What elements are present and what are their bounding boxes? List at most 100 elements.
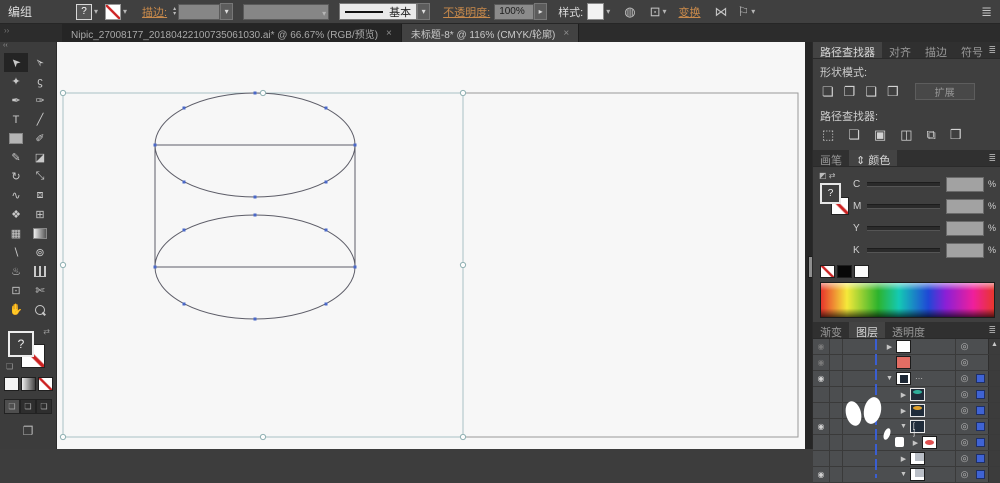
free-transform-tool[interactable]: ⧈ <box>28 186 52 205</box>
selection-handles[interactable] <box>59 89 467 441</box>
color-fill-button[interactable] <box>3 377 19 391</box>
tab-layers[interactable]: 图层 <box>849 322 885 339</box>
draw-behind-button[interactable]: ❏ <box>20 399 36 414</box>
shape-builder-tool[interactable]: ❖ <box>4 205 28 224</box>
channel-value-field[interactable] <box>946 176 984 192</box>
layer-thumbnail[interactable] <box>922 436 937 449</box>
stroke-color-swatch[interactable] <box>105 3 122 20</box>
brush-definition-box[interactable]: 基本 <box>339 3 418 20</box>
selection-column[interactable] <box>973 387 988 402</box>
crop-button[interactable]: ◫ <box>900 127 912 143</box>
selection-column[interactable] <box>973 419 988 434</box>
exclude-button[interactable]: ❒ <box>887 84 899 100</box>
transform-link[interactable]: 变换 <box>679 4 701 20</box>
layer-row-brackets-group[interactable]: ◉ ▼ ◎ <box>813 419 1000 437</box>
channel-value-field[interactable] <box>946 242 984 258</box>
direct-selection-tool[interactable]: ➢ <box>28 53 52 72</box>
color-spectrum-bar[interactable] <box>820 282 995 318</box>
tab-pathfinder[interactable]: 路径查找器 <box>813 42 882 59</box>
visibility-toggle[interactable]: ◉ <box>813 467 830 482</box>
pen-tool[interactable]: ✒ <box>4 91 28 110</box>
flag-icon[interactable]: ⚐ <box>738 4 750 20</box>
lock-toggle[interactable] <box>830 467 843 482</box>
rotate-tool[interactable]: ↻ <box>4 167 28 186</box>
channel-slider[interactable] <box>867 181 940 187</box>
eyedropper-tool[interactable]: ∖ <box>4 243 28 262</box>
expand-button[interactable]: 扩展 <box>914 83 975 100</box>
layer-row-cylinder-teal[interactable]: ▶ ◎ <box>813 387 1000 403</box>
stroke-weight-stepper[interactable]: ▴ ▾ <box>173 6 176 17</box>
visibility-toggle[interactable]: ◉ <box>813 371 830 386</box>
black-swatch[interactable] <box>837 265 852 278</box>
selection-column[interactable] <box>973 339 988 354</box>
visibility-toggle[interactable] <box>813 403 830 418</box>
selection-tool[interactable]: ➤ <box>4 53 28 72</box>
mesh-tool[interactable]: ▦ <box>4 224 28 243</box>
width-tool[interactable]: ∿ <box>4 186 28 205</box>
none-fill-button[interactable] <box>37 377 53 391</box>
layer-thumbnail[interactable] <box>910 452 925 465</box>
layer-thumbnail[interactable] <box>896 356 911 369</box>
document-setup-icon[interactable]: ◍ <box>624 4 635 20</box>
perspective-grid-tool[interactable]: ⊞ <box>28 205 52 224</box>
line-tool[interactable]: ╱ <box>28 110 52 129</box>
layers-scrollbar[interactable] <box>988 419 1000 434</box>
stroke-dropdown-icon[interactable]: ▾ <box>123 7 127 16</box>
layer-row-white-shapes-2[interactable]: ◉ ▼ ◎ <box>813 467 1000 483</box>
tools-panel-header[interactable]: ‹‹ <box>0 42 56 53</box>
lock-toggle[interactable] <box>830 451 843 466</box>
target-icon[interactable]: ◎ <box>955 355 973 370</box>
rectangle-path[interactable] <box>462 92 799 438</box>
expand-icon[interactable]: ▶ <box>885 343 894 351</box>
fill-color-swatch[interactable]: ? <box>76 3 93 20</box>
target-icon[interactable]: ◎ <box>955 435 973 450</box>
gradient-tool[interactable] <box>28 224 52 243</box>
tab-transparency[interactable]: 透明度 <box>885 322 932 339</box>
selection-column[interactable] <box>973 451 988 466</box>
target-icon[interactable]: ◎ <box>955 387 973 402</box>
expand-icon[interactable]: ▶ <box>899 407 908 415</box>
target-icon[interactable]: ◎ <box>955 371 973 386</box>
selection-column[interactable] <box>973 371 988 386</box>
layer-thumbnail[interactable] <box>896 340 911 353</box>
lock-toggle[interactable] <box>830 371 843 386</box>
layer-row-group[interactable]: ◉ ▼ ⋯ ◎ <box>813 371 1000 387</box>
visibility-toggle[interactable]: ◉ <box>813 355 830 370</box>
eraser-tool[interactable]: ◪ <box>28 148 52 167</box>
fill-box[interactable]: ? <box>8 331 34 357</box>
collapse-icon[interactable]: ▼ <box>899 423 908 430</box>
visibility-toggle[interactable] <box>813 435 830 450</box>
channel-slider[interactable] <box>867 203 940 209</box>
white-swatch[interactable] <box>854 265 869 278</box>
tab-stroke[interactable]: 描边 <box>918 42 954 59</box>
target-icon[interactable]: ◎ <box>955 451 973 466</box>
draw-inside-button[interactable]: ❏ <box>36 399 52 414</box>
slice-tool[interactable]: ✄ <box>28 281 52 300</box>
color-fill-box[interactable]: ? <box>820 183 841 204</box>
stepper-down-icon[interactable]: ▾ <box>173 11 176 17</box>
expand-icon[interactable]: ▶ <box>899 455 908 463</box>
lock-toggle[interactable] <box>830 355 843 370</box>
paintbrush-tool[interactable]: ✐ <box>28 129 52 148</box>
variable-width-dropdown[interactable]: ▾ <box>243 3 330 20</box>
artboard-tool[interactable]: ⊡ <box>4 281 28 300</box>
channel-slider[interactable] <box>867 247 940 253</box>
lock-toggle[interactable] <box>830 419 843 434</box>
layer-thumbnail[interactable] <box>910 388 925 401</box>
symbol-sprayer-tool[interactable]: ♨ <box>4 262 28 281</box>
gradient-fill-button[interactable] <box>20 377 36 391</box>
layers-scrollbar[interactable] <box>988 371 1000 386</box>
target-icon[interactable]: ◎ <box>955 419 973 434</box>
channel-slider[interactable] <box>867 225 940 231</box>
tab-align[interactable]: 对齐 <box>882 42 918 59</box>
fill-dropdown-icon[interactable]: ▾ <box>94 7 98 16</box>
selection-column[interactable] <box>973 403 988 418</box>
stroke-weight-link[interactable]: 描边: <box>142 4 167 20</box>
magic-wand-tool[interactable]: ✦ <box>4 72 28 91</box>
visibility-toggle[interactable]: ◉ <box>813 419 830 434</box>
channel-value-field[interactable] <box>946 220 984 236</box>
layer-thumbnail[interactable] <box>910 468 925 481</box>
distort-icon[interactable]: ⋈ <box>715 4 728 20</box>
visibility-toggle[interactable] <box>813 451 830 466</box>
tab-brushes[interactable]: 画笔 <box>813 150 849 167</box>
